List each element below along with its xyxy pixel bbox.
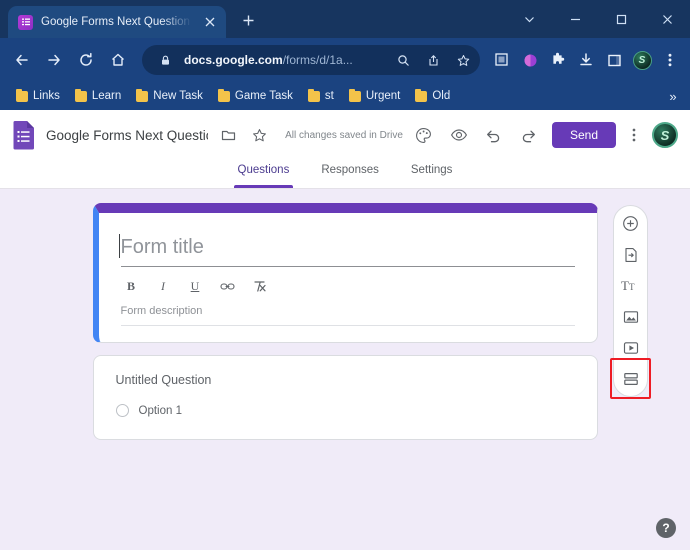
- bookmark-item[interactable]: st: [302, 88, 340, 104]
- bookmark-label: Old: [432, 90, 451, 102]
- question-card[interactable]: Untitled Question Option 1: [92, 355, 598, 440]
- form-title-input[interactable]: Form title: [118, 233, 575, 267]
- bookmark-item[interactable]: New Task: [130, 88, 209, 104]
- close-icon[interactable]: [200, 12, 220, 32]
- navigation-bar: docs.google.com/forms/d/1a... S: [0, 38, 690, 82]
- minimize-icon[interactable]: [552, 0, 598, 38]
- svg-text:T: T: [621, 279, 629, 293]
- form-canvas: Form title B I U Form description Untitl…: [0, 189, 690, 550]
- forward-arrow-icon[interactable]: [39, 45, 69, 75]
- chrome-menu-icon[interactable]: [657, 47, 683, 73]
- bold-button[interactable]: B: [123, 278, 140, 295]
- clear-format-icon[interactable]: [251, 278, 268, 295]
- back-arrow-icon[interactable]: [7, 45, 37, 75]
- browser-window: Google Forms Next Question Bas: [0, 0, 690, 550]
- option-label[interactable]: Option 1: [139, 405, 182, 417]
- qr-code-extension-icon[interactable]: [489, 47, 515, 73]
- url-path: /forms/d/1a...: [282, 53, 353, 67]
- star-icon[interactable]: [452, 49, 474, 71]
- save-status-text: All changes saved in Drive: [285, 129, 403, 141]
- search-icon[interactable]: [392, 49, 414, 71]
- add-title-description-button[interactable]: TT: [620, 275, 641, 296]
- bookmarks-overflow-button[interactable]: »: [664, 86, 682, 106]
- share-icon[interactable]: [422, 49, 444, 71]
- bookmarks-bar: Links Learn New Task Game Task st Urgent…: [0, 82, 690, 110]
- folder-icon[interactable]: [217, 124, 239, 146]
- downloads-icon[interactable]: [573, 47, 599, 73]
- add-section-button[interactable]: [610, 358, 651, 399]
- add-image-button[interactable]: [620, 306, 641, 327]
- bookmark-label: Links: [33, 90, 60, 102]
- star-outline-icon[interactable]: [248, 124, 270, 146]
- form-title-text[interactable]: Google Forms Next Question Based or: [46, 128, 208, 143]
- question-option-row[interactable]: Option 1: [115, 404, 575, 417]
- tab-questions[interactable]: Questions: [233, 160, 294, 188]
- link-icon[interactable]: [219, 278, 236, 295]
- google-forms-app: Google Forms Next Question Based or All …: [0, 110, 690, 550]
- forms-tabs: Questions Responses Settings: [0, 160, 690, 189]
- google-forms-logo-icon[interactable]: [12, 120, 37, 150]
- bookmark-label: New Task: [153, 90, 203, 102]
- eye-icon[interactable]: [447, 123, 471, 147]
- forms-header-actions: Send S: [412, 122, 678, 148]
- side-panel-icon[interactable]: [601, 47, 627, 73]
- form-side-toolbar: TT: [610, 205, 651, 399]
- purple-circle-extension-icon[interactable]: [517, 47, 543, 73]
- bookmark-label: Learn: [91, 90, 122, 102]
- chevron-down-icon[interactable]: [506, 0, 552, 38]
- radio-button-icon[interactable]: [115, 404, 129, 417]
- forms-header: Google Forms Next Question Based or All …: [0, 110, 690, 160]
- folder-icon: [217, 88, 230, 102]
- send-button[interactable]: Send: [551, 122, 616, 148]
- folder-icon: [307, 88, 320, 102]
- redo-icon[interactable]: [517, 123, 541, 147]
- address-bar-url: docs.google.com/forms/d/1a...: [184, 53, 384, 67]
- undo-icon[interactable]: [482, 123, 506, 147]
- folder-icon: [16, 88, 28, 102]
- forms-favicon-icon: [18, 14, 33, 30]
- close-window-icon[interactable]: [644, 0, 690, 38]
- underline-button[interactable]: U: [187, 278, 204, 295]
- bookmark-item[interactable]: Game Task: [212, 88, 299, 104]
- avatar[interactable]: S: [652, 122, 678, 148]
- palette-icon[interactable]: [412, 123, 436, 147]
- more-vertical-icon[interactable]: [627, 123, 641, 147]
- bookmark-label: Game Task: [234, 90, 293, 102]
- tab-strip: Google Forms Next Question Bas: [0, 0, 690, 38]
- browser-tab-title: Google Forms Next Question Bas: [41, 16, 192, 28]
- form-description-input[interactable]: Form description: [120, 305, 575, 326]
- maximize-icon[interactable]: [598, 0, 644, 38]
- add-video-button[interactable]: [620, 337, 641, 358]
- question-title[interactable]: Untitled Question: [116, 373, 575, 387]
- tab-responses[interactable]: Responses: [317, 160, 383, 188]
- bookmark-item[interactable]: Urgent: [343, 88, 407, 104]
- svg-text:T: T: [629, 282, 635, 292]
- folder-icon: [136, 88, 149, 102]
- browser-tab-active[interactable]: Google Forms Next Question Bas: [8, 6, 226, 38]
- help-button[interactable]: ?: [656, 518, 676, 538]
- bookmark-item[interactable]: Old: [409, 88, 456, 104]
- add-question-button[interactable]: [620, 213, 641, 234]
- url-domain: docs.google.com: [184, 53, 283, 67]
- home-icon[interactable]: [103, 45, 133, 75]
- reload-icon[interactable]: [71, 45, 101, 75]
- bookmark-item[interactable]: Links: [10, 88, 66, 104]
- bookmark-label: st: [324, 90, 334, 102]
- italic-button[interactable]: I: [155, 278, 172, 295]
- bookmark-label: Urgent: [365, 90, 401, 102]
- tab-settings[interactable]: Settings: [407, 160, 457, 188]
- new-tab-button[interactable]: [236, 8, 260, 32]
- extensions-puzzle-icon[interactable]: [545, 47, 571, 73]
- form-title-card[interactable]: Form title B I U Form description: [92, 203, 598, 343]
- import-questions-button[interactable]: [620, 244, 641, 265]
- address-bar[interactable]: docs.google.com/forms/d/1a...: [142, 45, 480, 75]
- lock-icon: [154, 49, 176, 71]
- folder-icon: [348, 88, 361, 102]
- window-controls: [506, 0, 690, 38]
- bookmark-item[interactable]: Learn: [69, 88, 127, 104]
- formatting-toolbar: B I U: [121, 267, 575, 305]
- folder-icon: [74, 88, 87, 102]
- folder-icon: [415, 88, 428, 102]
- profile-avatar-icon[interactable]: S: [629, 47, 655, 73]
